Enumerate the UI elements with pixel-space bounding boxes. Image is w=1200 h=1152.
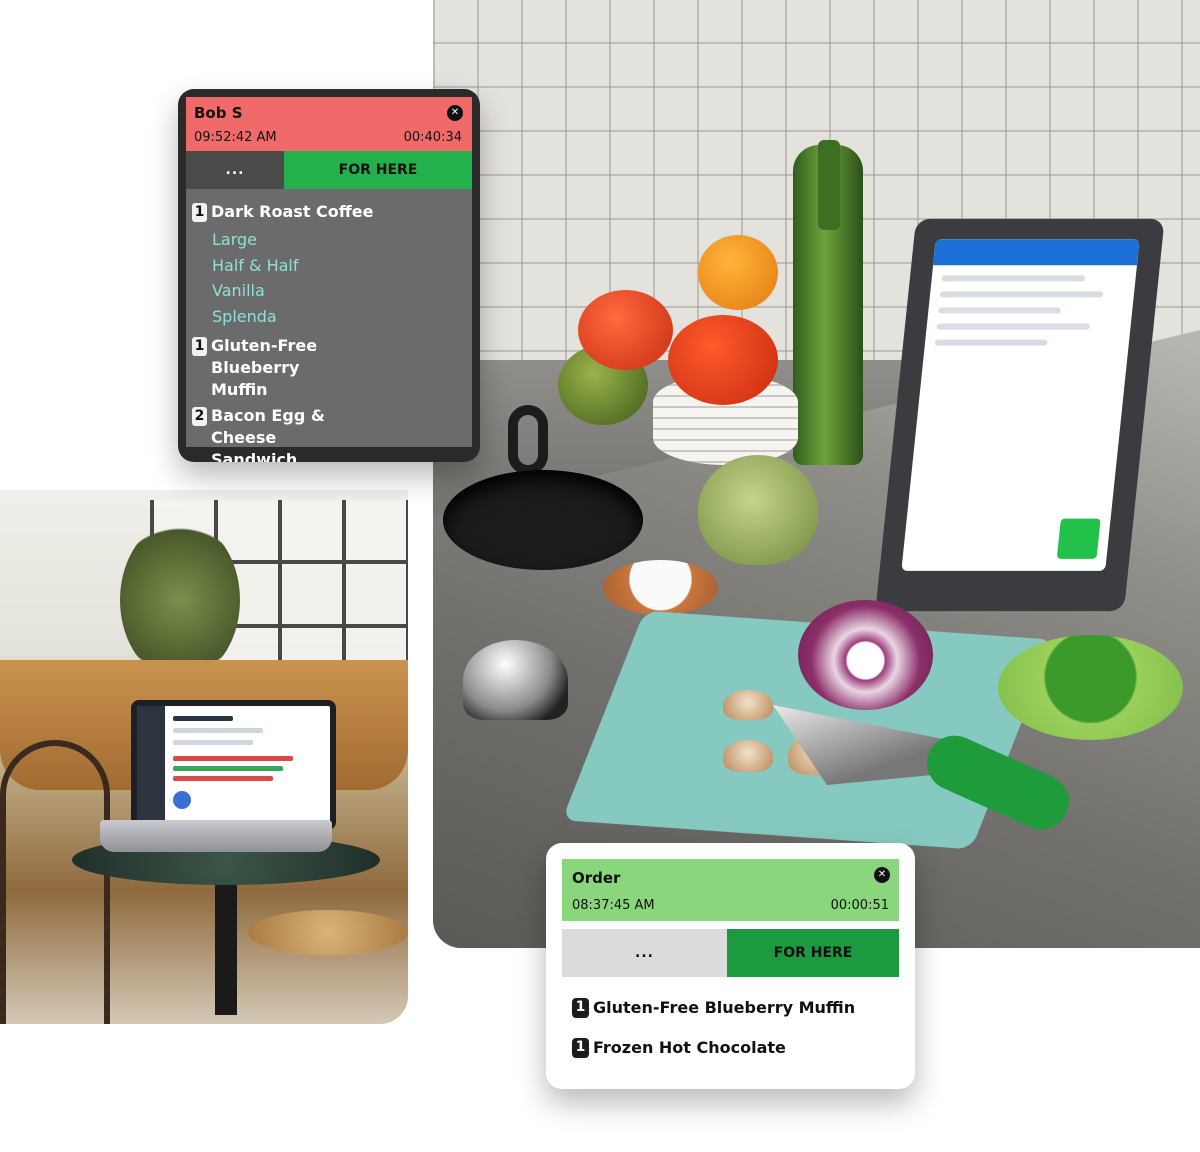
ticket-time-row: 08:37:45 AM 00:00:51 [572, 898, 889, 913]
order-type-button[interactable]: FOR HERE [284, 151, 472, 189]
ticket-customer-name: Order [572, 869, 621, 887]
item-quantity: 1 [572, 998, 589, 1018]
mushroom-slice [723, 690, 773, 720]
modifier: Half & Half [212, 255, 299, 275]
ticket-elapsed: 00:00:51 [830, 898, 889, 913]
dashboard-bar [173, 766, 283, 771]
order-type-button[interactable]: FOR HERE [727, 929, 899, 977]
salt-bowl [603, 560, 718, 615]
ticket-item[interactable]: 1 Gluten-Free Blueberry Muffin [572, 997, 889, 1019]
tablet-line [941, 275, 1085, 282]
modifier: Large [212, 230, 258, 249]
bentwood-chair [0, 740, 110, 1024]
plant [120, 520, 240, 680]
tablet-app-header [933, 239, 1140, 266]
kitchen-ticket-secondary[interactable]: Order ✕ 08:37:45 AM 00:00:51 ... FOR HER… [546, 843, 915, 1089]
item-quantity: 1 [192, 203, 207, 222]
kitchen-ticket-primary[interactable]: Bob S ✕ 09:52:42 AM 00:40:34 ... FOR HER… [178, 89, 480, 462]
ticket-item[interactable]: 1 Frozen Hot Chocolate [572, 1037, 889, 1059]
table-leg [215, 875, 237, 1015]
item-name: Bacon Egg & Cheese Sandwich [211, 406, 325, 462]
cafe-photo [0, 490, 408, 1024]
dashboard-bar [173, 756, 293, 761]
ticket-header: Bob S ✕ 09:52:42 AM 00:40:34 [186, 97, 472, 151]
pos-tablet-screen [901, 239, 1140, 571]
dashboard-bar [173, 716, 233, 721]
mushroom-slice [723, 740, 773, 772]
ticket-actions: ... FOR HERE [186, 151, 472, 189]
green-pepper-bowl [998, 635, 1183, 740]
ticket-time: 09:52:42 AM [194, 130, 277, 145]
item-name: Gluten-Free Blueberry Muffin [593, 998, 856, 1017]
cast-iron-pan [443, 470, 643, 570]
artichoke [698, 455, 818, 565]
ticket-items: 1 Dark Roast Coffee Large Half & Half Va… [186, 189, 472, 462]
service-bell [463, 640, 568, 720]
laptop-base [100, 820, 332, 852]
dashboard-display [137, 706, 330, 824]
ticket-actions: ... FOR HERE [562, 929, 899, 977]
close-icon[interactable]: ✕ [874, 867, 890, 883]
item-quantity: 1 [192, 337, 207, 356]
modifier: Splenda [212, 306, 277, 326]
item-quantity: 1 [572, 1038, 589, 1058]
item-quantity: 2 [192, 407, 207, 426]
orange-tomato [698, 235, 778, 310]
dashboard-bar [173, 740, 253, 745]
red-onion [798, 600, 933, 710]
ticket-time-row: 09:52:42 AM 00:40:34 [194, 130, 462, 145]
tablet-line [934, 339, 1048, 346]
dashboard-bar [173, 728, 263, 733]
dashboard-sidebar [137, 706, 165, 824]
item-modifiers: Large Half & Half Vanilla Splenda [192, 227, 466, 329]
tablet-line [936, 323, 1090, 330]
more-options-button[interactable]: ... [186, 151, 284, 189]
ticket-item[interactable]: 1 Gluten-Free Blueberry Muffin [192, 335, 466, 401]
ticket-elapsed: 00:40:34 [403, 130, 462, 145]
ticket-header: Order ✕ 08:37:45 AM 00:00:51 [562, 859, 899, 921]
kitchen-counter-photo [433, 0, 1200, 948]
ticket-time: 08:37:45 AM [572, 898, 655, 913]
laptop-screen [131, 700, 336, 830]
bottle-neck [818, 140, 840, 230]
dashboard-pie [173, 791, 191, 809]
ticket-items: 1 Gluten-Free Blueberry Muffin 1 Frozen … [562, 977, 899, 1059]
ticket-item[interactable]: 2 Bacon Egg & Cheese Sandwich [192, 405, 466, 462]
tablet-line [938, 307, 1061, 314]
item-name: Gluten-Free Blueberry Muffin [211, 336, 318, 399]
more-options-button[interactable]: ... [562, 929, 727, 977]
item-name: Dark Roast Coffee [211, 202, 374, 221]
wood-stool [248, 910, 408, 955]
red-tomato [668, 315, 778, 405]
dashboard-bar [173, 776, 273, 781]
item-name: Frozen Hot Chocolate [593, 1038, 786, 1057]
ticket-item[interactable]: 1 Dark Roast Coffee [192, 201, 466, 223]
ticket-customer-name: Bob S [194, 104, 243, 122]
tablet-line [939, 291, 1104, 298]
modifier: Vanilla [212, 281, 265, 300]
pan-handle [508, 405, 548, 475]
close-icon[interactable]: ✕ [447, 105, 463, 121]
tablet-go-button [1056, 518, 1101, 559]
red-tomato [578, 290, 673, 370]
